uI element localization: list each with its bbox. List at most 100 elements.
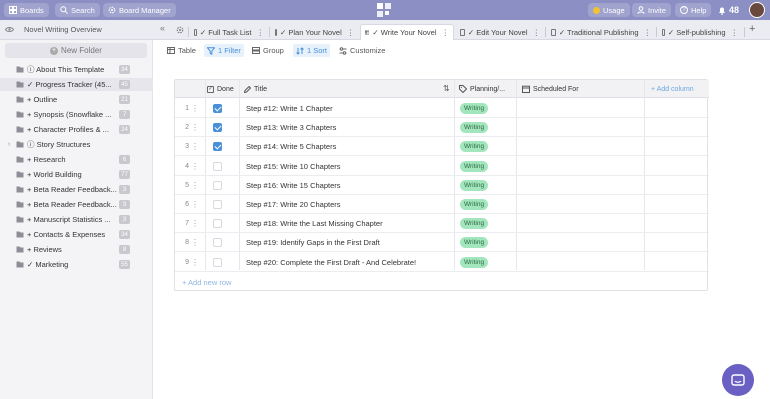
sidebar-folder-item[interactable]: › ⓘ Story Structures	[0, 138, 153, 151]
done-checkbox[interactable]	[213, 142, 222, 152]
tab-menu-icon[interactable]: ⋮	[533, 28, 541, 37]
done-checkbox[interactable]	[213, 257, 222, 267]
status-badge[interactable]: Writing	[460, 199, 489, 210]
table-row[interactable]: 4 ⋮ Step #15: Write 10 Chapters Writing	[175, 157, 709, 176]
row-drag-handle-icon[interactable]: ⋮	[191, 195, 199, 214]
table-row[interactable]: 5 ⋮ Step #16: Write 15 Chapters Writing	[175, 176, 709, 195]
row-drag-handle-icon[interactable]: ⋮	[191, 157, 199, 176]
board-manager-button[interactable]: Board Manager	[103, 3, 176, 17]
customize-button[interactable]: Customize	[336, 44, 388, 57]
new-folder-button[interactable]: + New Folder	[5, 43, 147, 58]
task-title[interactable]: Step #12: Write 1 Chapter	[246, 99, 333, 118]
column-header-scheduled[interactable]: Scheduled For	[522, 80, 579, 98]
collapse-sidebar-icon[interactable]: «	[160, 23, 165, 33]
table-row[interactable]: 1 ⋮ Step #12: Write 1 Chapter Writing	[175, 99, 709, 118]
sidebar-folder-item[interactable]: ✓ Marketing 55	[0, 258, 153, 271]
invite-button[interactable]: Invite	[632, 3, 671, 17]
column-header-title[interactable]: Title	[244, 80, 267, 98]
table-row[interactable]: 3 ⋮ Step #14: Write 5 Chapters Writing	[175, 137, 709, 157]
sidebar-folder-item[interactable]: + Reviews 8	[0, 243, 153, 256]
row-drag-handle-icon[interactable]: ⋮	[191, 253, 199, 272]
done-checkbox[interactable]	[213, 104, 222, 113]
task-title[interactable]: Step #17: Write 20 Chapters	[246, 195, 341, 214]
sort-direction-icon[interactable]: ⇅	[443, 84, 450, 93]
avatar[interactable]	[749, 2, 765, 18]
sidebar-folder-item[interactable]: + Beta Reader Feedback... 3	[0, 198, 153, 211]
task-title[interactable]: Step #14: Write 5 Chapters	[246, 137, 336, 156]
status-badge[interactable]: Writing	[460, 256, 489, 268]
settings-gear-icon[interactable]	[176, 26, 184, 34]
task-title[interactable]: Step #13: Write 3 Chapters	[246, 118, 336, 137]
task-title[interactable]: Step #16: Write 15 Chapters	[246, 176, 341, 195]
sort-button[interactable]: 1 Sort	[293, 44, 331, 57]
status-badge[interactable]: Writing	[460, 179, 489, 191]
group-button[interactable]: Group	[249, 44, 287, 57]
tab-self-publishing[interactable]: ✓ Self-publishing ⋮	[658, 24, 742, 40]
table-row[interactable]: 9 ⋮ Step #20: Complete the First Draft - A…	[175, 253, 709, 272]
tab-menu-icon[interactable]: ⋮	[347, 28, 355, 37]
task-title[interactable]: Step #19: Identify Gaps in the First Dra…	[246, 233, 380, 252]
tab-plan-your-novel[interactable]: ✓ Plan Your Novel ⋮	[271, 24, 357, 40]
sidebar-folder-item[interactable]: ⓘ About This Template 34	[0, 63, 153, 76]
tab-full-task-list[interactable]: ✓ Full Task List ⋮	[190, 24, 268, 40]
tab-traditional-publishing[interactable]: ✓ Traditional Publishing ⋮	[547, 24, 655, 40]
table-view-button[interactable]: Table	[164, 44, 199, 57]
tab-menu-icon[interactable]: ⋮	[644, 28, 652, 37]
table-icon	[365, 30, 370, 35]
filter-button[interactable]: 1 Filter	[204, 44, 244, 57]
chat-launcher-button[interactable]	[722, 364, 754, 396]
tab-menu-icon[interactable]: ⋮	[731, 28, 739, 37]
tab-edit-your-novel[interactable]: ✓ Edit Your Novel ⋮	[456, 24, 544, 40]
add-tab-button[interactable]: +	[749, 23, 755, 35]
row-drag-handle-icon[interactable]: ⋮	[191, 214, 199, 233]
done-checkbox[interactable]	[213, 200, 222, 209]
search-button[interactable]: Search	[55, 3, 100, 17]
sidebar-folder-item[interactable]: + Character Profiles & ... 24	[0, 123, 153, 136]
task-title[interactable]: Step #20: Complete the First Draft - And…	[246, 253, 416, 272]
task-title[interactable]: Step #15: Write 10 Chapters	[246, 157, 341, 176]
column-header-planning[interactable]: Planning/...	[459, 80, 505, 98]
sidebar-folder-item[interactable]: ✓ Progress Tracker (45... 45	[0, 78, 153, 91]
add-row-button[interactable]: + Add new row	[182, 278, 231, 287]
status-badge[interactable]: Writing	[460, 103, 489, 114]
tab-menu-icon[interactable]: ⋮	[257, 28, 265, 37]
eye-icon[interactable]	[5, 26, 14, 33]
sidebar-folder-item[interactable]: + Contacts & Expenses 34	[0, 228, 153, 241]
done-checkbox[interactable]	[213, 123, 222, 133]
table-row[interactable]: 7 ⋮ Step #18: Write the Last Missing Chapt…	[175, 214, 709, 234]
row-drag-handle-icon[interactable]: ⋮	[191, 99, 199, 118]
task-title[interactable]: Step #18: Write the Last Missing Chapter	[246, 214, 383, 233]
status-badge[interactable]: Writing	[460, 160, 489, 172]
add-column-button[interactable]: + Add column	[651, 80, 694, 98]
row-drag-handle-icon[interactable]: ⋮	[191, 233, 199, 252]
boards-button[interactable]: Boards	[4, 3, 49, 17]
row-drag-handle-icon[interactable]: ⋮	[191, 118, 199, 137]
sidebar-folder-item[interactable]: + Research 6	[0, 153, 153, 166]
table-row[interactable]: 2 ⋮ Step #13: Write 3 Chapters Writing	[175, 118, 709, 138]
status-badge[interactable]: Writing	[460, 237, 489, 249]
done-checkbox[interactable]	[213, 180, 222, 190]
sidebar-folder-item[interactable]: + Beta Reader Feedback... 3	[0, 183, 153, 196]
sidebar-folder-item[interactable]: + World Building 77	[0, 168, 153, 181]
table-row[interactable]: 6 ⋮ Step #17: Write 20 Chapters Writing	[175, 195, 709, 214]
tab-menu-icon[interactable]: ⋮	[442, 28, 450, 37]
sidebar-folder-item[interactable]: + Synopsis (Snowflake ... 7	[0, 108, 153, 121]
help-button[interactable]: ? Help	[675, 3, 712, 17]
column-header-done[interactable]: ✓ Done	[207, 80, 234, 98]
done-checkbox[interactable]	[213, 219, 222, 229]
done-checkbox[interactable]	[213, 238, 222, 248]
table-row[interactable]: 8 ⋮ Step #19: Identify Gaps in the First D…	[175, 233, 709, 253]
row-drag-handle-icon[interactable]: ⋮	[191, 176, 199, 195]
status-badge[interactable]: Writing	[460, 218, 489, 230]
done-checkbox[interactable]	[213, 161, 222, 171]
status-badge[interactable]: Writing	[460, 141, 489, 153]
notifications-button[interactable]: 48	[713, 3, 744, 17]
row-drag-handle-icon[interactable]: ⋮	[191, 137, 199, 156]
sidebar-folder-item[interactable]: + Manuscript Statistics ... 3	[0, 213, 153, 226]
calendar-icon	[522, 85, 530, 93]
chevron-right-icon[interactable]: ›	[8, 141, 10, 148]
sidebar-folder-item[interactable]: + Outline 21	[0, 93, 153, 106]
status-badge[interactable]: Writing	[460, 122, 489, 134]
usage-button[interactable]: Usage	[588, 3, 630, 17]
tab-write-your-novel[interactable]: ✓ Write Your Novel ⋮	[360, 24, 454, 40]
